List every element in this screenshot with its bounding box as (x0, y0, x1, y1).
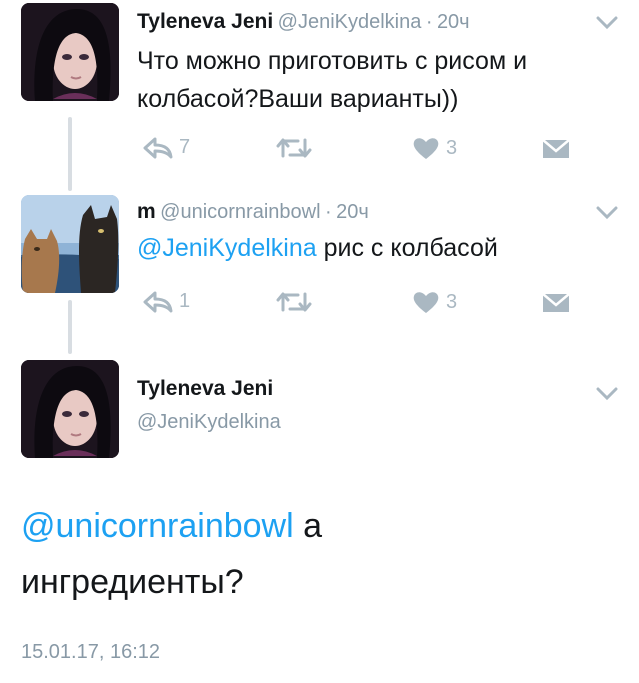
author-handle[interactable]: @JeniKydelkina (278, 11, 422, 33)
author-name[interactable]: Tyleneva Jeni (137, 10, 273, 33)
mention-link[interactable]: @unicornrainbowl (21, 507, 294, 545)
reply-icon (143, 291, 173, 312)
thread-line (68, 117, 72, 191)
direct-message-button[interactable] (541, 292, 571, 314)
author-name[interactable]: Tyleneva Jeni (137, 377, 273, 401)
tweet-line: @unicornrainbowl а (21, 498, 621, 554)
author-handle[interactable]: @unicornrainbowl (160, 201, 320, 223)
tweet-header: Tyleneva Jeni @JeniKydelkina · 20ч (137, 10, 470, 34)
tweet-body: а (303, 507, 323, 545)
separator: · (324, 201, 332, 223)
heart-icon (413, 138, 439, 159)
reply-count: 7 (179, 136, 191, 158)
chevron-down-icon[interactable] (596, 16, 618, 35)
heart-icon (413, 292, 439, 313)
retweet-button[interactable] (276, 290, 318, 314)
direct-message-icon (542, 139, 570, 158)
author-name[interactable]: m (137, 200, 156, 223)
mention-link[interactable]: @JeniKydelkina (137, 234, 317, 262)
direct-message-button[interactable] (541, 138, 571, 160)
timestamp[interactable]: 20ч (437, 11, 470, 33)
reply-button[interactable]: 7 (143, 136, 190, 159)
like-count: 3 (446, 136, 458, 159)
tweet-line: ингредиенты? (21, 563, 244, 601)
chevron-down-icon[interactable] (596, 206, 618, 225)
reply-icon (143, 137, 173, 158)
like-count: 3 (446, 290, 458, 313)
retweet-icon (276, 138, 312, 158)
author-handle[interactable]: @JeniKydelkina (137, 411, 281, 434)
tweet-date[interactable]: 15.01.17, 16:12 (21, 641, 160, 664)
thread-line (68, 300, 72, 354)
tweet-text: Что можно приготовить с рисом и колбасой… (137, 47, 528, 113)
tweet-text: @unicornrainbowl а ингредиенты? (21, 498, 621, 610)
avatar[interactable] (21, 360, 119, 458)
direct-message-icon (542, 293, 570, 312)
separator: · (425, 11, 433, 33)
retweet-button[interactable] (276, 136, 318, 160)
chevron-down-icon[interactable] (596, 387, 618, 406)
tweet-body: рис с колбасой (323, 234, 498, 262)
like-button[interactable]: 3 (412, 136, 457, 160)
timestamp[interactable]: 20ч (336, 201, 369, 223)
tweet-header: m @unicornrainbowl · 20ч (137, 200, 369, 224)
avatar[interactable] (21, 3, 119, 101)
tweet-text: @JeniKydelkina рис с колбасой (137, 229, 617, 267)
avatar[interactable] (21, 195, 119, 293)
retweet-icon (276, 292, 312, 312)
reply-button[interactable]: 1 (143, 290, 190, 313)
like-button[interactable]: 3 (412, 290, 457, 314)
reply-count: 1 (179, 290, 191, 312)
